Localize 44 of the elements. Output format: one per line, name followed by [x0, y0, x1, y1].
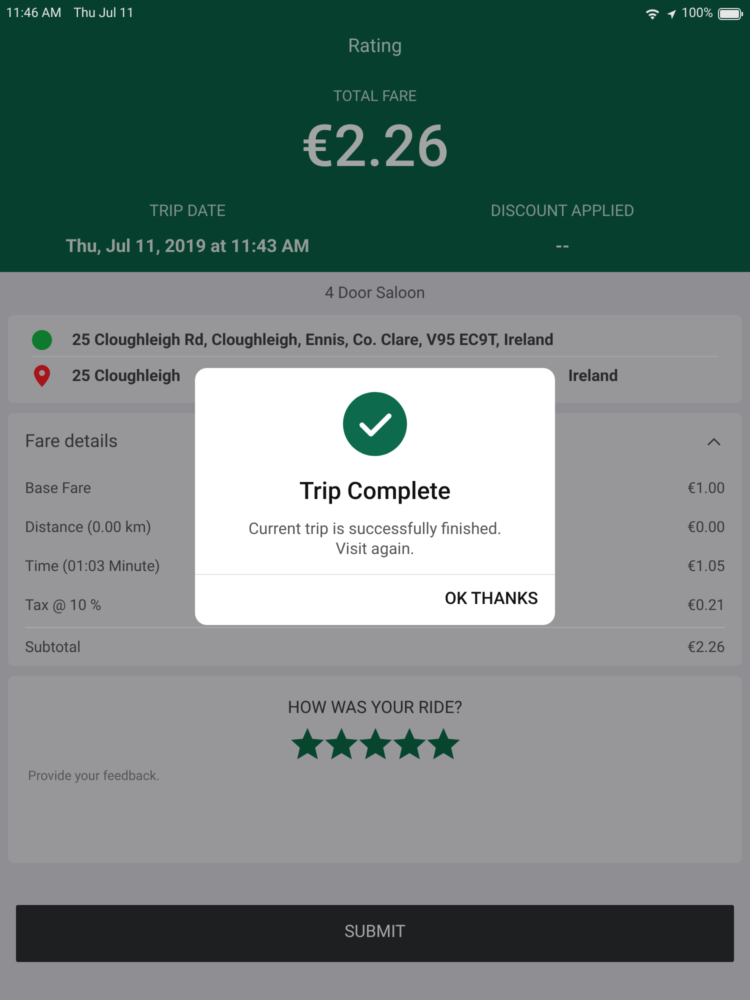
battery-percent: 100% [682, 5, 713, 24]
trip-date-value: Thu, Jul 11, 2019 at 11:43 AM [66, 235, 310, 259]
fare-row-value: €2.26 [687, 636, 725, 658]
star-rating[interactable] [290, 728, 460, 760]
status-time: 11:46 AM [6, 5, 62, 24]
dropoff-address-end: Ireland [568, 365, 618, 387]
dialog-message: Current trip is successfully finished. Visit again. [248, 519, 502, 559]
total-fare-label: TOTAL FARE [332, 86, 418, 106]
total-fare-amount: €2.26 [300, 113, 450, 181]
rating-question: HOW WAS YOUR RIDE? [288, 697, 462, 720]
discount-value: -- [555, 235, 570, 259]
wifi-icon [644, 8, 660, 20]
feedback-field[interactable]: Provide your feedback. [8, 766, 742, 862]
fare-row-label: Tax @ 10 % [25, 595, 102, 616]
dialog-title: Trip Complete [299, 476, 451, 507]
star-icon[interactable] [358, 728, 392, 760]
vehicle-type: 4 Door Saloon [324, 282, 426, 304]
fare-row-label: Subtotal [25, 636, 81, 658]
battery-icon [718, 8, 744, 20]
screen-title: Rating [346, 33, 404, 59]
star-icon[interactable] [392, 728, 426, 760]
chevron-up-icon[interactable] [707, 436, 721, 446]
pickup-address: 25 Cloughleigh Rd, Cloughleigh, Ennis, Co. Clare, V95 EC9T, Ireland [72, 328, 554, 350]
star-icon[interactable] [290, 728, 324, 760]
dropoff-address: 25 Cloughleigh [72, 365, 180, 387]
ok-thanks-button[interactable]: OK THANKS [428, 575, 555, 625]
pickup-dot-icon [32, 330, 52, 350]
fare-row-value: €1.05 [687, 556, 725, 578]
fare-row-value: €0.00 [687, 517, 725, 538]
trip-date-label: TRIP DATE [149, 200, 226, 222]
star-icon[interactable] [324, 728, 358, 760]
star-icon[interactable] [426, 728, 460, 760]
fare-row-label: Base Fare [25, 478, 92, 500]
fare-row-label: Time (01:03 Minute) [25, 556, 160, 578]
status-date: Thu Jul 11 [73, 5, 134, 24]
fare-row-value: €1.00 [687, 478, 725, 500]
submit-button[interactable]: SUBMIT [16, 904, 734, 962]
fare-row-value: €0.21 [687, 595, 725, 616]
fare-row-label: Distance (0.00 km) [25, 517, 152, 538]
fare-details-title[interactable]: Fare details [25, 428, 118, 454]
map-pin-icon [34, 365, 50, 387]
discount-label: DISCOUNT APPLIED [490, 200, 634, 222]
check-circle-icon [343, 392, 407, 456]
location-arrow-icon [666, 8, 677, 20]
